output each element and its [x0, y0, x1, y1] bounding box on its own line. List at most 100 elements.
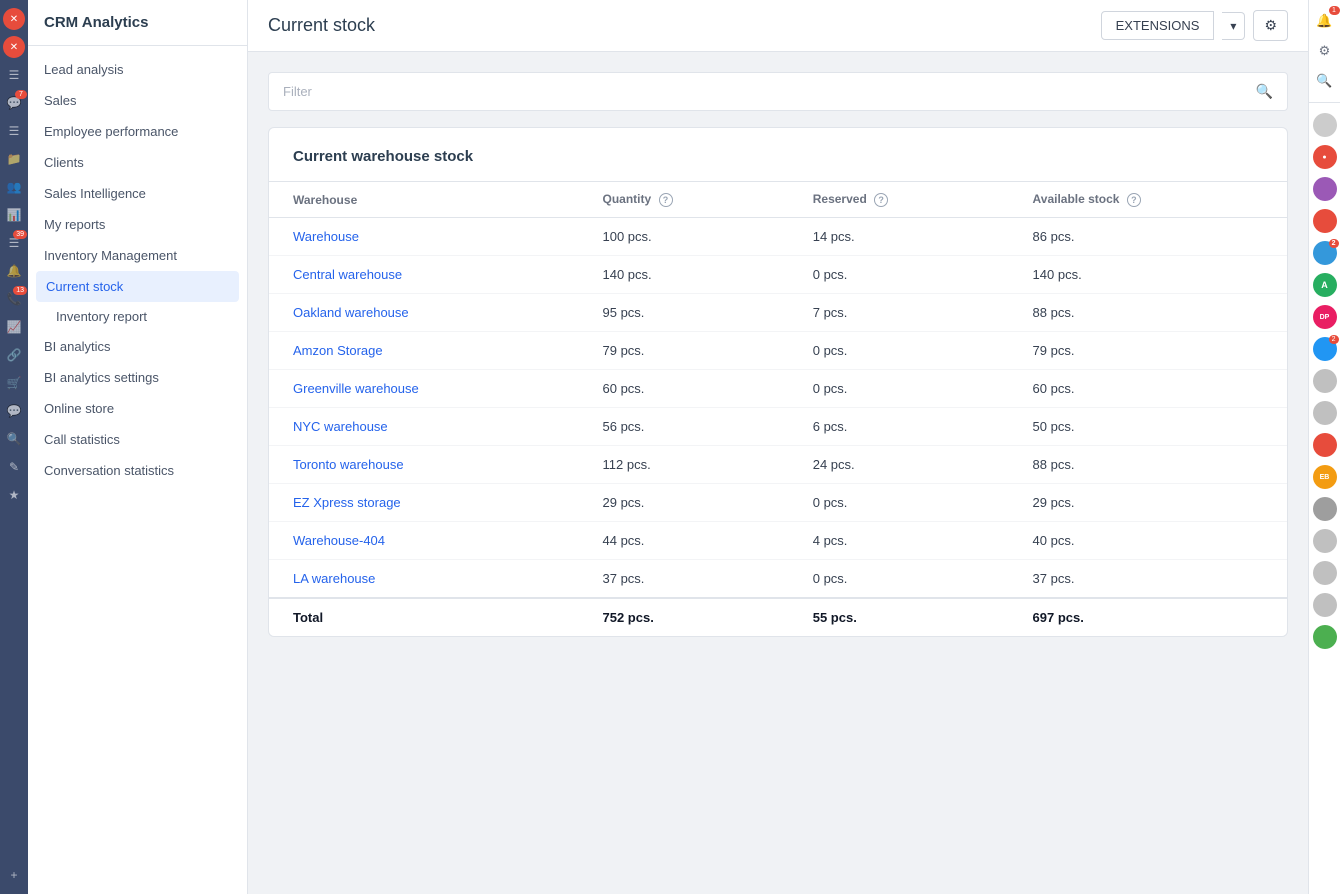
avatar-green-a[interactable]: A	[1313, 273, 1337, 297]
filter-input[interactable]	[283, 84, 1256, 99]
sidebar-item-inventory-report[interactable]: Inventory report	[28, 302, 247, 331]
avatar-1[interactable]	[1313, 113, 1337, 137]
icon-bar-graph[interactable]: 📈	[3, 316, 25, 338]
warehouse-link[interactable]: Toronto warehouse	[293, 457, 404, 472]
icon-bar-folder[interactable]: 📁	[3, 148, 25, 170]
avatar-11[interactable]	[1313, 497, 1337, 521]
avatar-dp[interactable]: DP	[1313, 305, 1337, 329]
avatar-14[interactable]	[1313, 593, 1337, 617]
extensions-button[interactable]: EXTENSIONS	[1101, 11, 1215, 40]
avatar-7[interactable]	[1313, 369, 1337, 393]
page-title: Current stock	[268, 15, 375, 36]
avatar-12[interactable]	[1313, 529, 1337, 553]
topbar: Current stock EXTENSIONS ▾ ⚙	[248, 0, 1308, 52]
quantity-cell: 140 pcs.	[579, 256, 789, 294]
total-reserved: 55 pcs.	[789, 598, 1009, 636]
available-cell: 40 pcs.	[1009, 522, 1287, 560]
warehouse-link[interactable]: Warehouse-404	[293, 533, 385, 548]
warehouse-link[interactable]: Central warehouse	[293, 267, 402, 282]
sidebar-item-current-stock[interactable]: Current stock	[36, 271, 239, 302]
avatar-eb[interactable]: EB	[1313, 465, 1337, 489]
warehouse-link[interactable]: Warehouse	[293, 229, 359, 244]
settings-button[interactable]: ⚙	[1253, 10, 1288, 41]
avatar-9[interactable]	[1313, 433, 1337, 457]
quantity-help-icon[interactable]: ?	[659, 193, 673, 207]
icon-bar-message[interactable]: 💬	[3, 400, 25, 422]
warehouse-link[interactable]: LA warehouse	[293, 571, 375, 586]
sidebar-title: CRM Analytics	[28, 0, 247, 46]
icon-bar-chart[interactable]: 📊	[3, 204, 25, 226]
sidebar: CRM Analytics Lead analysis Sales Employ…	[28, 0, 248, 894]
extensions-caret-button[interactable]: ▾	[1222, 12, 1245, 40]
total-available: 697 pcs.	[1009, 598, 1287, 636]
icon-bar-close-1[interactable]: ✕	[3, 8, 25, 30]
reserved-cell: 6 pcs.	[789, 408, 1009, 446]
total-label: Total	[269, 598, 579, 636]
avatar-3[interactable]	[1313, 177, 1337, 201]
warehouse-link[interactable]: EZ Xpress storage	[293, 495, 401, 510]
avatar-15[interactable]	[1313, 625, 1337, 649]
sidebar-item-employee-performance[interactable]: Employee performance	[28, 116, 247, 147]
sidebar-item-inventory-management[interactable]: Inventory Management	[28, 240, 247, 271]
avatar-2[interactable]: ●	[1313, 145, 1337, 169]
available-help-icon[interactable]: ?	[1127, 193, 1141, 207]
sidebar-item-call-statistics[interactable]: Call statistics	[28, 424, 247, 455]
sidebar-item-conversation-statistics[interactable]: Conversation statistics	[28, 455, 247, 486]
right-panel-search[interactable]: 🔍	[1312, 68, 1338, 94]
icon-bar-bell[interactable]: 🔔	[3, 260, 25, 282]
warehouse-link[interactable]: NYC warehouse	[293, 419, 388, 434]
icon-bar-menu[interactable]: ☰	[3, 120, 25, 142]
col-header-reserved: Reserved ?	[789, 182, 1009, 218]
sidebar-item-clients[interactable]: Clients	[28, 147, 247, 178]
icon-bar-plus[interactable]: +	[3, 864, 25, 886]
avatar-blue-group[interactable]: 2	[1313, 337, 1337, 361]
right-panel-settings[interactable]: ⚙	[1312, 38, 1338, 64]
icon-bar-link[interactable]: 🔗	[3, 344, 25, 366]
icon-bar-search[interactable]: 🔍	[3, 428, 25, 450]
avatar-13[interactable]	[1313, 561, 1337, 585]
icon-bar-edit[interactable]: ✎	[3, 456, 25, 478]
avatar-4[interactable]	[1313, 209, 1337, 233]
sidebar-item-sales-intelligence[interactable]: Sales Intelligence	[28, 178, 247, 209]
reserved-cell: 0 pcs.	[789, 332, 1009, 370]
quantity-cell: 37 pcs.	[579, 560, 789, 599]
quantity-cell: 56 pcs.	[579, 408, 789, 446]
right-panel: 🔔 1 ⚙ 🔍 ● 2 A DP 2 EB	[1308, 0, 1340, 894]
topbar-actions: EXTENSIONS ▾ ⚙	[1101, 10, 1288, 41]
avatar-5[interactable]: 2	[1313, 241, 1337, 265]
reserved-cell: 0 pcs.	[789, 484, 1009, 522]
sidebar-item-online-store[interactable]: Online store	[28, 393, 247, 424]
warehouse-link[interactable]: Greenville warehouse	[293, 381, 419, 396]
icon-bar-star[interactable]: ★	[3, 484, 25, 506]
warehouse-link[interactable]: Amzon Storage	[293, 343, 383, 358]
content-area: 🔍 Current warehouse stock Warehouse Quan…	[248, 52, 1308, 894]
available-cell: 37 pcs.	[1009, 560, 1287, 599]
table-row: Oakland warehouse 95 pcs. 7 pcs. 88 pcs.	[269, 294, 1287, 332]
reserved-help-icon[interactable]: ?	[874, 193, 888, 207]
sidebar-item-bi-analytics[interactable]: BI analytics	[28, 331, 247, 362]
sidebar-item-sales[interactable]: Sales	[28, 85, 247, 116]
right-panel-bell[interactable]: 🔔 1	[1312, 8, 1338, 34]
table-row: Warehouse 100 pcs. 14 pcs. 86 pcs.	[269, 218, 1287, 256]
sidebar-item-my-reports[interactable]: My reports	[28, 209, 247, 240]
icon-bar-tasks[interactable]: ☰ 39	[3, 232, 25, 254]
reserved-cell: 14 pcs.	[789, 218, 1009, 256]
icon-bar-store[interactable]: 🛒	[3, 372, 25, 394]
icon-bar-clipboard[interactable]: ☰	[3, 64, 25, 86]
icon-bar: ✕ ✕ ☰ 💬 7 ☰ 📁 👥 📊 ☰ 39 🔔 📞 13 📈 🔗 🛒 💬 🔍 …	[0, 0, 28, 894]
quantity-cell: 112 pcs.	[579, 446, 789, 484]
table-row: LA warehouse 37 pcs. 0 pcs. 37 pcs.	[269, 560, 1287, 599]
quantity-cell: 60 pcs.	[579, 370, 789, 408]
total-quantity: 752 pcs.	[579, 598, 789, 636]
reserved-cell: 7 pcs.	[789, 294, 1009, 332]
icon-bar-users[interactable]: 👥	[3, 176, 25, 198]
sidebar-item-bi-analytics-settings[interactable]: BI analytics settings	[28, 362, 247, 393]
avatar-8[interactable]	[1313, 401, 1337, 425]
main-area: Current stock EXTENSIONS ▾ ⚙ 🔍 Current w…	[248, 0, 1308, 894]
icon-bar-close-2[interactable]: ✕	[3, 36, 25, 58]
reserved-cell: 4 pcs.	[789, 522, 1009, 560]
icon-bar-chat[interactable]: 💬 7	[3, 92, 25, 114]
warehouse-link[interactable]: Oakland warehouse	[293, 305, 409, 320]
sidebar-item-lead-analysis[interactable]: Lead analysis	[28, 54, 247, 85]
icon-bar-phone[interactable]: 📞 13	[3, 288, 25, 310]
